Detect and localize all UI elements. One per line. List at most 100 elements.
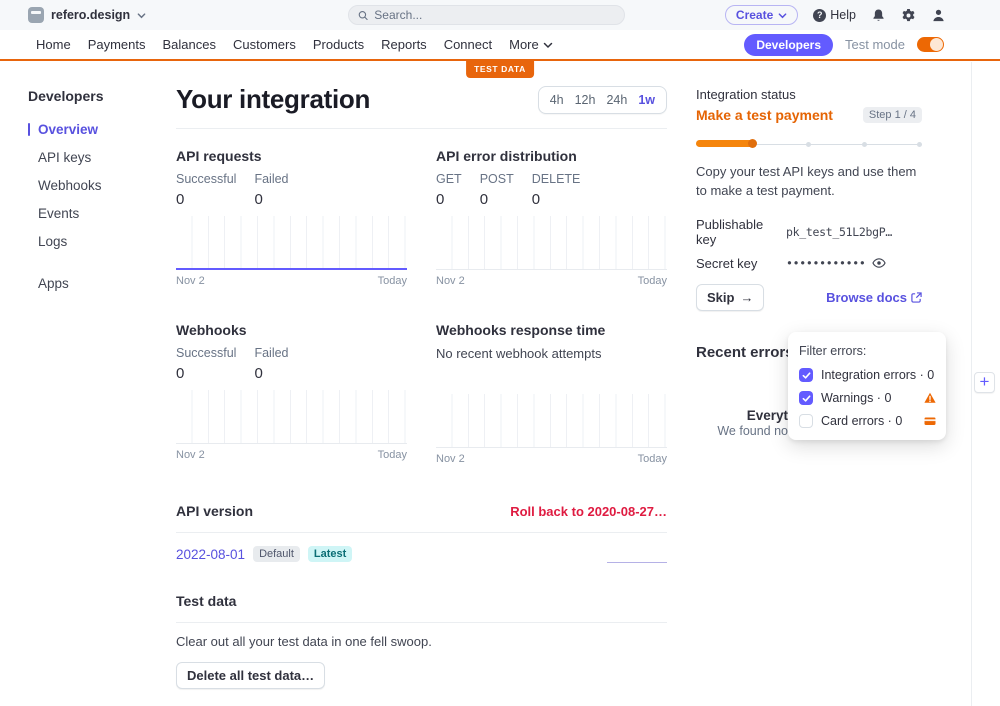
chevron-down-icon	[137, 11, 146, 20]
test-data-description: Clear out all your test data in one fell…	[176, 634, 667, 649]
content-right-divider	[971, 62, 972, 706]
search-icon	[358, 10, 368, 21]
nav-reports[interactable]: Reports	[381, 37, 427, 52]
default-badge: Default	[253, 546, 300, 562]
progress-step-dot	[917, 142, 922, 147]
integration-description: Copy your test API keys and use them to …	[696, 163, 922, 201]
step-counter-badge: Step 1 / 4	[863, 107, 922, 123]
sidebar-item-overview[interactable]: Overview	[28, 122, 158, 137]
metric-value: 0	[176, 191, 236, 208]
axis-start: Nov 2	[176, 449, 205, 461]
integration-status-label: Integration status	[696, 87, 922, 102]
api-requests-chart	[176, 216, 407, 270]
sidebar-item-events[interactable]: Events	[28, 206, 158, 221]
integration-step-title: Make a test payment	[696, 107, 833, 123]
chart-card-api-requests: API requests Successful0 Failed0 Nov 2To…	[176, 148, 407, 287]
progress-step-dot	[862, 142, 867, 147]
progress-step-dot	[806, 142, 811, 147]
nav-more[interactable]: More	[509, 37, 553, 52]
metric-label: GET	[436, 172, 462, 186]
search-input[interactable]	[374, 8, 615, 22]
developers-badge[interactable]: Developers	[744, 34, 833, 56]
sidebar-item-apps[interactable]: Apps	[28, 276, 158, 291]
nav-products[interactable]: Products	[313, 37, 364, 52]
delete-test-data-button[interactable]: Delete all test data…	[176, 662, 325, 689]
metric-value: 0	[254, 365, 288, 382]
nav-payments[interactable]: Payments	[88, 37, 146, 52]
nav-home[interactable]: Home	[36, 37, 71, 52]
chart-title: API error distribution	[436, 148, 667, 164]
browse-docs-link[interactable]: Browse docs	[826, 290, 922, 305]
reveal-key-eye-icon[interactable]	[872, 256, 886, 270]
chart-card-webhooks: Webhooks Successful0 Failed0 Nov 2Today	[176, 322, 407, 465]
rollback-link[interactable]: Roll back to 2020-08-27…	[510, 504, 667, 519]
metric-value: 0	[480, 191, 514, 208]
notifications-bell-icon[interactable]	[871, 8, 886, 23]
page-title: Your integration	[176, 84, 370, 115]
range-4h[interactable]: 4h	[550, 93, 564, 107]
chart-card-api-error-distribution: API error distribution GET0 POST0 DELETE…	[436, 148, 667, 287]
chart-title: API requests	[176, 148, 407, 164]
test-data-ribbon: TEST DATA	[466, 61, 534, 78]
checkbox-unchecked[interactable]	[799, 414, 813, 428]
underline-decoration	[607, 562, 667, 563]
filter-option-warnings[interactable]: Warnings · 0	[799, 391, 936, 405]
create-button[interactable]: Create	[725, 5, 798, 25]
store-icon	[28, 7, 44, 23]
axis-start: Nov 2	[176, 275, 205, 287]
main-nav: Home Payments Balances Customers Product…	[0, 30, 1000, 61]
secret-key-label: Secret key	[696, 256, 786, 271]
filter-errors-popup: Filter errors: Integration errors · 0 Wa…	[788, 332, 946, 440]
filter-option-card-errors[interactable]: Card errors · 0	[799, 414, 936, 428]
external-link-icon	[911, 292, 922, 303]
check-icon	[802, 371, 811, 380]
range-12h[interactable]: 12h	[575, 93, 596, 107]
range-24h[interactable]: 24h	[606, 93, 627, 107]
topbar: refero.design Create ? Help	[0, 0, 1000, 30]
credit-card-icon	[924, 415, 936, 427]
help-button[interactable]: ? Help	[813, 8, 856, 22]
test-mode-label: Test mode	[845, 37, 905, 52]
filter-option-integration-errors[interactable]: Integration errors · 0	[799, 368, 936, 382]
webhooks-chart	[176, 390, 407, 444]
divider	[176, 128, 667, 129]
global-search[interactable]	[348, 5, 625, 25]
publishable-key-value[interactable]: pk_test_51L2bgP…	[786, 225, 892, 239]
axis-end: Today	[378, 449, 407, 461]
sidebar-title: Developers	[28, 88, 158, 104]
sidebar-item-api-keys[interactable]: API keys	[28, 150, 158, 165]
publishable-key-label: Publishable key	[696, 217, 786, 247]
sidebar-item-webhooks[interactable]: Webhooks	[28, 178, 158, 193]
checkbox-checked[interactable]	[799, 368, 813, 382]
checkbox-checked[interactable]	[799, 391, 813, 405]
main-content: Your integration 4h 12h 24h 1w API reque…	[176, 84, 667, 689]
current-version-link[interactable]: 2022-08-01	[176, 547, 245, 562]
recent-errors-title: Recent errors	[696, 344, 794, 361]
metric-label: DELETE	[532, 172, 581, 186]
user-avatar-icon[interactable]	[931, 8, 946, 23]
chevron-down-icon	[778, 11, 787, 20]
metric-label: Failed	[254, 172, 288, 186]
test-data-section: Test data Clear out all your test data i…	[176, 593, 667, 689]
skip-button[interactable]: Skip →	[696, 284, 764, 311]
right-panel: Integration status Make a test payment S…	[696, 87, 922, 361]
metric-label: POST	[480, 172, 514, 186]
nav-balances[interactable]: Balances	[163, 37, 216, 52]
test-mode-toggle[interactable]	[917, 37, 944, 52]
check-icon	[802, 394, 811, 403]
divider	[176, 532, 667, 533]
settings-gear-icon[interactable]	[901, 8, 916, 23]
question-icon: ?	[813, 9, 826, 22]
nav-customers[interactable]: Customers	[233, 37, 296, 52]
sidebar-item-logs[interactable]: Logs	[28, 234, 158, 249]
add-widget-button[interactable]: +	[974, 372, 995, 393]
metric-label: Failed	[254, 346, 288, 360]
test-data-title: Test data	[176, 593, 667, 609]
secret-key-masked[interactable]: ••••••••••••	[786, 256, 865, 270]
nav-connect[interactable]: Connect	[444, 37, 492, 52]
metric-value: 0	[254, 191, 288, 208]
chart-empty-note: No recent webhook attempts	[436, 346, 667, 361]
account-switcher[interactable]: refero.design	[28, 7, 146, 23]
range-1w[interactable]: 1w	[638, 93, 655, 107]
chart-title: Webhooks response time	[436, 322, 667, 338]
